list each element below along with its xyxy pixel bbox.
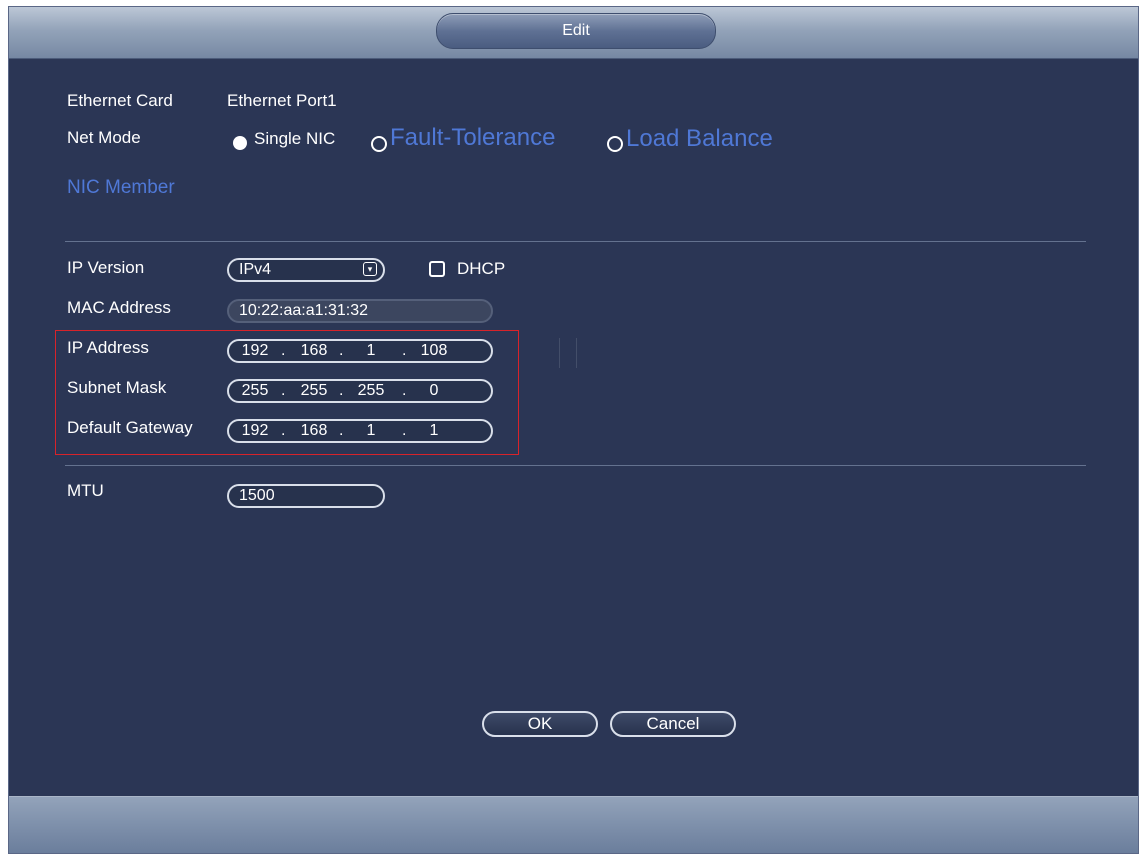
mac-address-label: MAC Address: [67, 298, 171, 317]
dialog-title: Edit: [436, 13, 716, 49]
title-bar: Edit: [9, 7, 1138, 59]
ethernet-card-value: Ethernet Port1: [227, 91, 337, 110]
radio-load-balance[interactable]: Load Balance: [607, 125, 807, 159]
dhcp-checkbox[interactable]: [429, 261, 445, 277]
divider-top: [65, 241, 1086, 242]
radio-fault-tolerance-label: Fault-Tolerance: [390, 124, 556, 151]
mac-address-value: 10:22:aa:a1:31:32: [239, 302, 369, 319]
nic-member-label: NIC Member: [67, 177, 175, 198]
ip-version-value: IPv4: [239, 261, 272, 278]
ok-button[interactable]: OK: [482, 711, 598, 737]
hidden-control: [559, 338, 577, 368]
radio-fault-tolerance[interactable]: Fault-Tolerance: [371, 124, 601, 159]
ip-version-label: IP Version: [67, 258, 145, 277]
dhcp-label: DHCP: [457, 259, 506, 278]
edit-dialog: Edit Ethernet Card Ethernet Port1 Net Mo…: [8, 6, 1139, 854]
cancel-button[interactable]: Cancel: [610, 711, 736, 737]
highlight-box: [55, 330, 519, 455]
mtu-label: MTU: [67, 481, 104, 500]
radio-load-balance-label: Load Balance: [626, 125, 773, 152]
radio-single-nic[interactable]: Single NIC: [229, 129, 349, 159]
ethernet-card-label: Ethernet Card: [67, 91, 173, 110]
mtu-value: 1500: [239, 487, 275, 504]
ip-version-select[interactable]: IPv4 ▾: [227, 258, 385, 282]
mtu-field[interactable]: 1500: [227, 484, 385, 508]
chevron-down-icon: ▾: [363, 262, 377, 276]
divider-bottom: [65, 465, 1086, 466]
radio-unselected-icon: [371, 136, 387, 152]
net-mode-label: Net Mode: [67, 128, 141, 147]
mac-address-field: 10:22:aa:a1:31:32: [227, 299, 493, 323]
radio-unselected-icon: [607, 136, 623, 152]
footer-bar: [9, 796, 1138, 853]
radio-selected-icon: [233, 136, 247, 150]
radio-single-nic-label: Single NIC: [254, 129, 336, 148]
